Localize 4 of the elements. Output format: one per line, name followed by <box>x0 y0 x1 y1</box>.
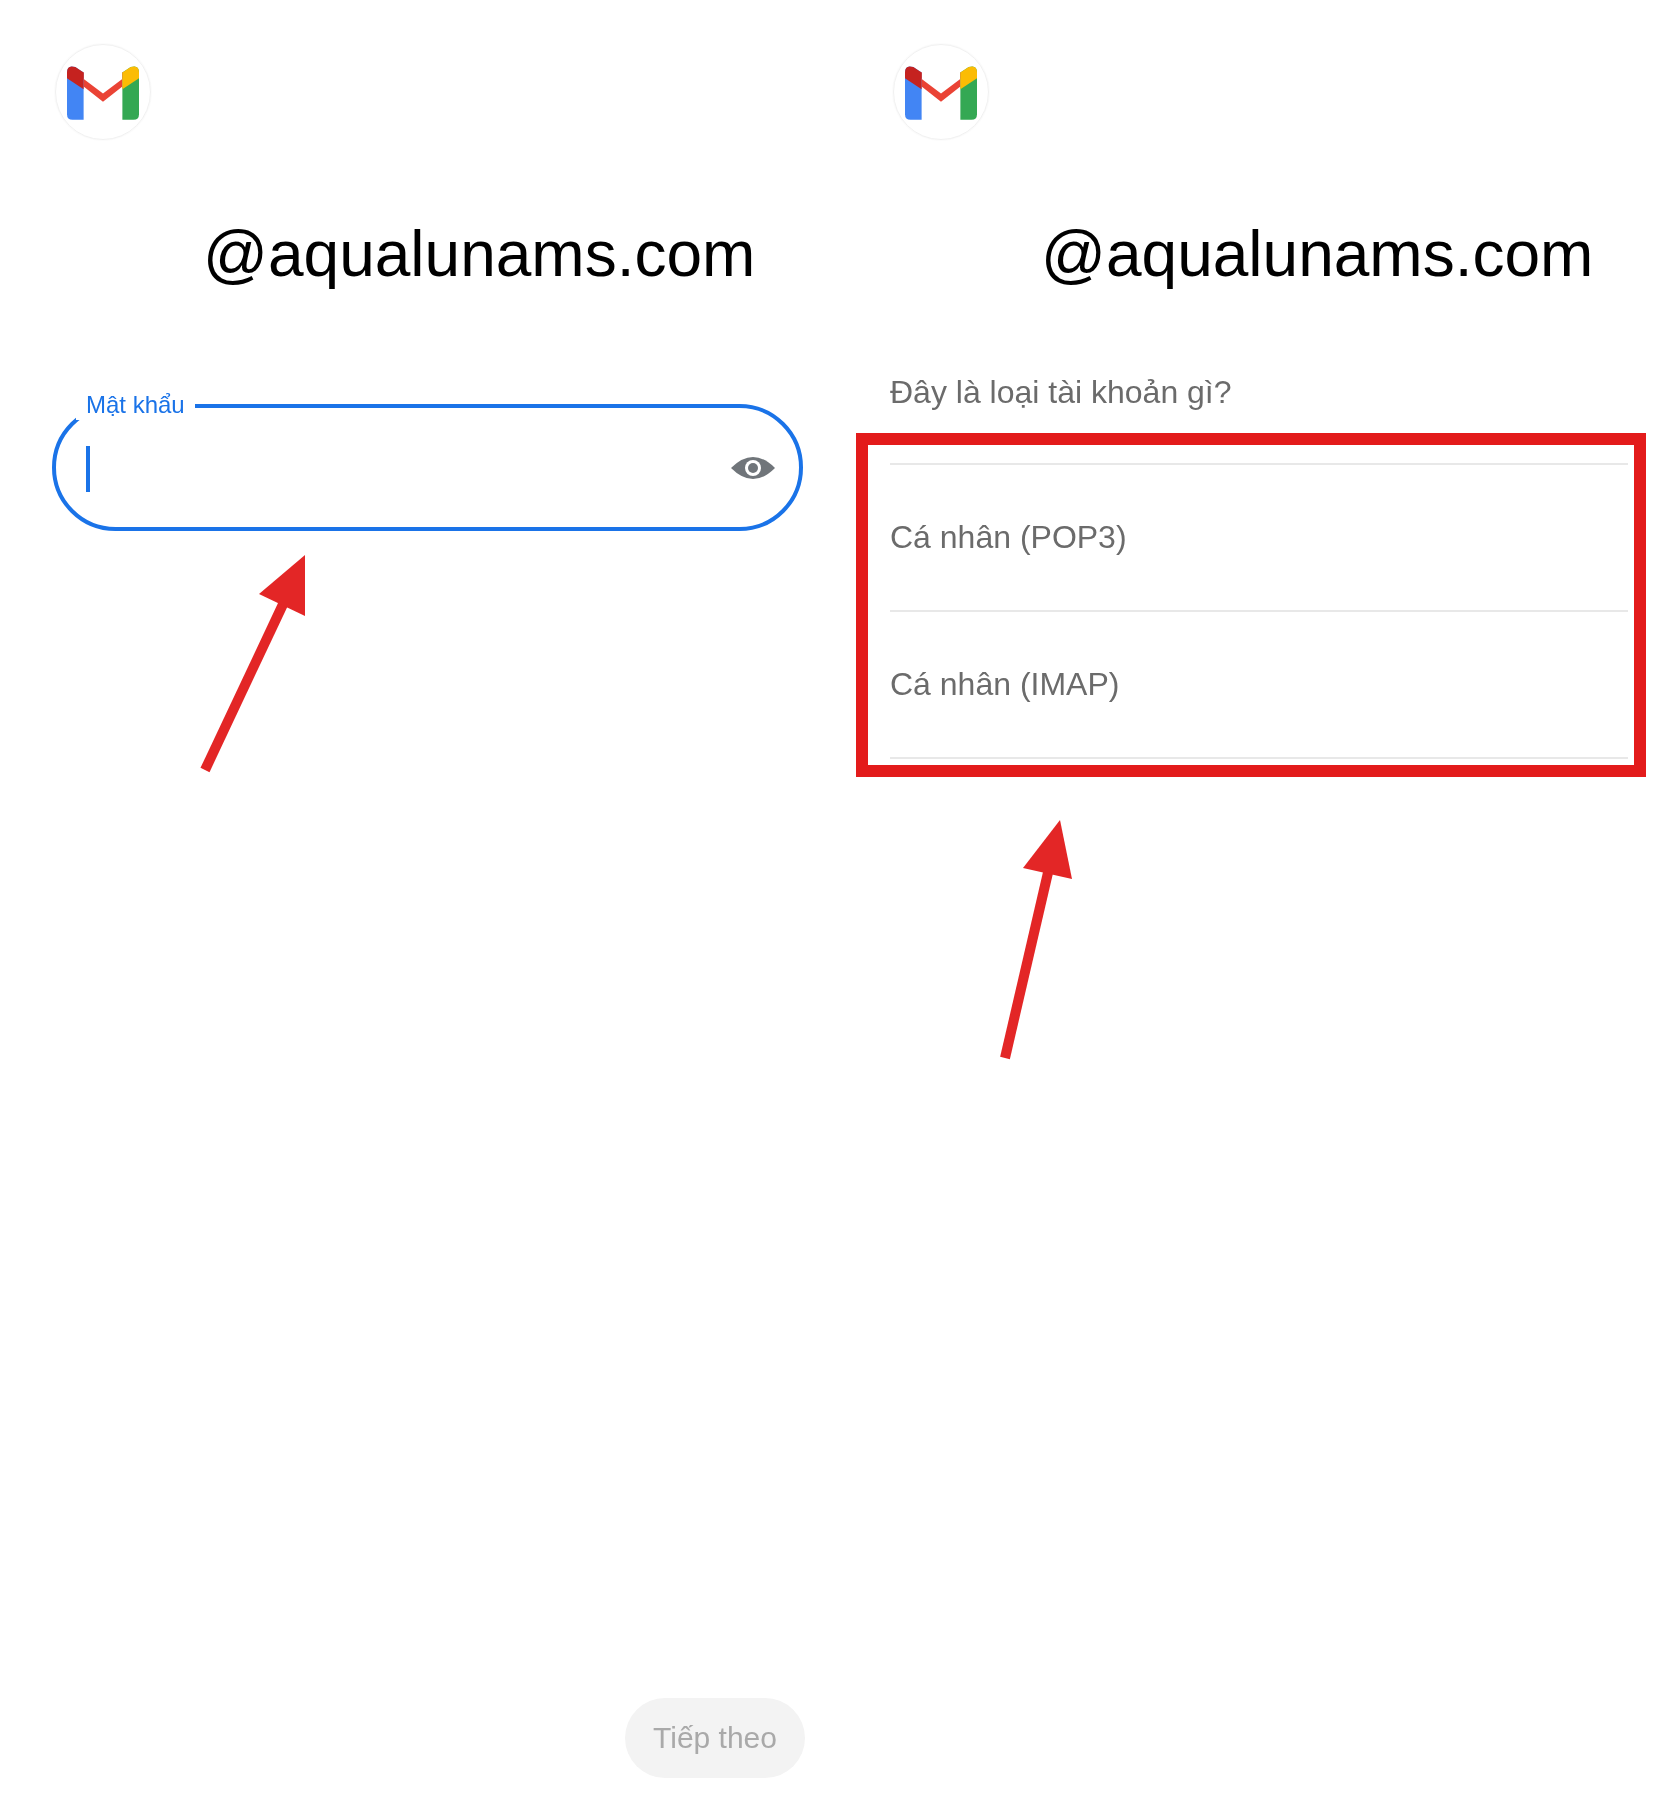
account-type-option[interactable]: Cá nhân (IMAP) <box>890 612 1628 759</box>
question-text: Đây là loại tài khoản gì? <box>890 374 1233 411</box>
account-type-option[interactable]: Cá nhân (POP3) <box>890 465 1628 612</box>
eye-icon[interactable] <box>731 454 775 482</box>
